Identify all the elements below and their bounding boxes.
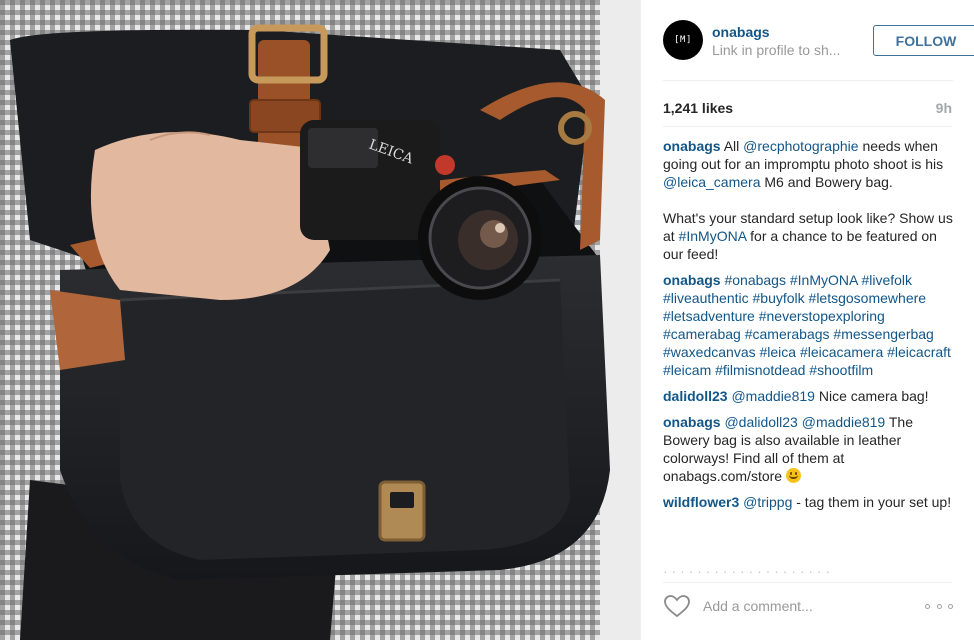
add-comment-input[interactable] bbox=[703, 593, 903, 619]
comment-text: Nice camera bag! bbox=[814, 388, 929, 404]
comment-text: - tag them in your set up! bbox=[792, 494, 952, 510]
comment-item: dalidoll23 @maddie819 Nice camera bag! bbox=[663, 387, 953, 405]
comments-list: onabags All @recphotographie needs when … bbox=[663, 137, 953, 577]
footer-divider bbox=[663, 582, 952, 583]
caption-text-3: M6 and Bowery bag. bbox=[760, 174, 893, 190]
photo-illustration: LEICA bbox=[0, 0, 640, 640]
dot bbox=[936, 603, 942, 609]
comment-mention[interactable]: @trippg bbox=[743, 494, 792, 510]
comment-mention[interactable]: @maddie819 bbox=[731, 388, 815, 404]
dot bbox=[925, 603, 930, 609]
truncated-comment-row: · · · · · · · · · · · · · · · · · · · · bbox=[663, 566, 831, 576]
instagram-post: LEICA [M] onabags Link in profile to sh.… bbox=[0, 0, 974, 640]
comment-item: onabags @dalidoll23 @maddie819 The Bower… bbox=[663, 413, 953, 485]
header-divider bbox=[663, 80, 953, 81]
caption-mention-recphotographie[interactable]: @recphotographie bbox=[743, 138, 858, 154]
comment-username[interactable]: onabags bbox=[663, 272, 721, 288]
comment-username[interactable]: dalidoll23 bbox=[663, 388, 728, 404]
post-time[interactable]: 9h bbox=[936, 100, 952, 116]
dot bbox=[948, 603, 953, 609]
post-header: [M] onabags Link in profile to sh... FOL… bbox=[641, 0, 974, 81]
comment-item: wildflower3 @trippg - tag them in your s… bbox=[663, 493, 953, 511]
avatar-logo: [M] bbox=[674, 35, 692, 45]
likes-count[interactable]: 1,241 likes bbox=[663, 100, 733, 116]
caption-hashtag-inmyona[interactable]: #InMyONA bbox=[679, 228, 747, 244]
caption-username[interactable]: onabags bbox=[663, 138, 721, 154]
caption-mention-leica[interactable]: @leica_camera bbox=[663, 174, 760, 190]
avatar[interactable]: [M] bbox=[663, 20, 703, 60]
profile-subtitle: Link in profile to sh... bbox=[712, 42, 841, 58]
username-link[interactable]: onabags bbox=[712, 24, 770, 40]
heart-icon[interactable] bbox=[663, 594, 691, 618]
caption: onabags All @recphotographie needs when … bbox=[663, 137, 953, 263]
comment-item: onabags #onabags #InMyONA #livefolk #liv… bbox=[663, 271, 953, 379]
follow-button[interactable]: FOLLOW bbox=[873, 25, 974, 56]
post-stats: 1,241 likes 9h bbox=[663, 100, 952, 120]
comment-mention[interactable]: @dalidoll23 @maddie819 bbox=[724, 414, 885, 430]
smiley-emoji-icon bbox=[785, 468, 801, 483]
comment-username[interactable]: onabags bbox=[663, 414, 721, 430]
stats-divider bbox=[663, 126, 952, 127]
more-options-icon[interactable] bbox=[925, 596, 953, 616]
post-photo[interactable]: LEICA bbox=[0, 0, 640, 640]
post-side-panel: [M] onabags Link in profile to sh... FOL… bbox=[640, 0, 974, 640]
caption-text-1: All bbox=[723, 138, 744, 154]
comment-username[interactable]: wildflower3 bbox=[663, 494, 739, 510]
